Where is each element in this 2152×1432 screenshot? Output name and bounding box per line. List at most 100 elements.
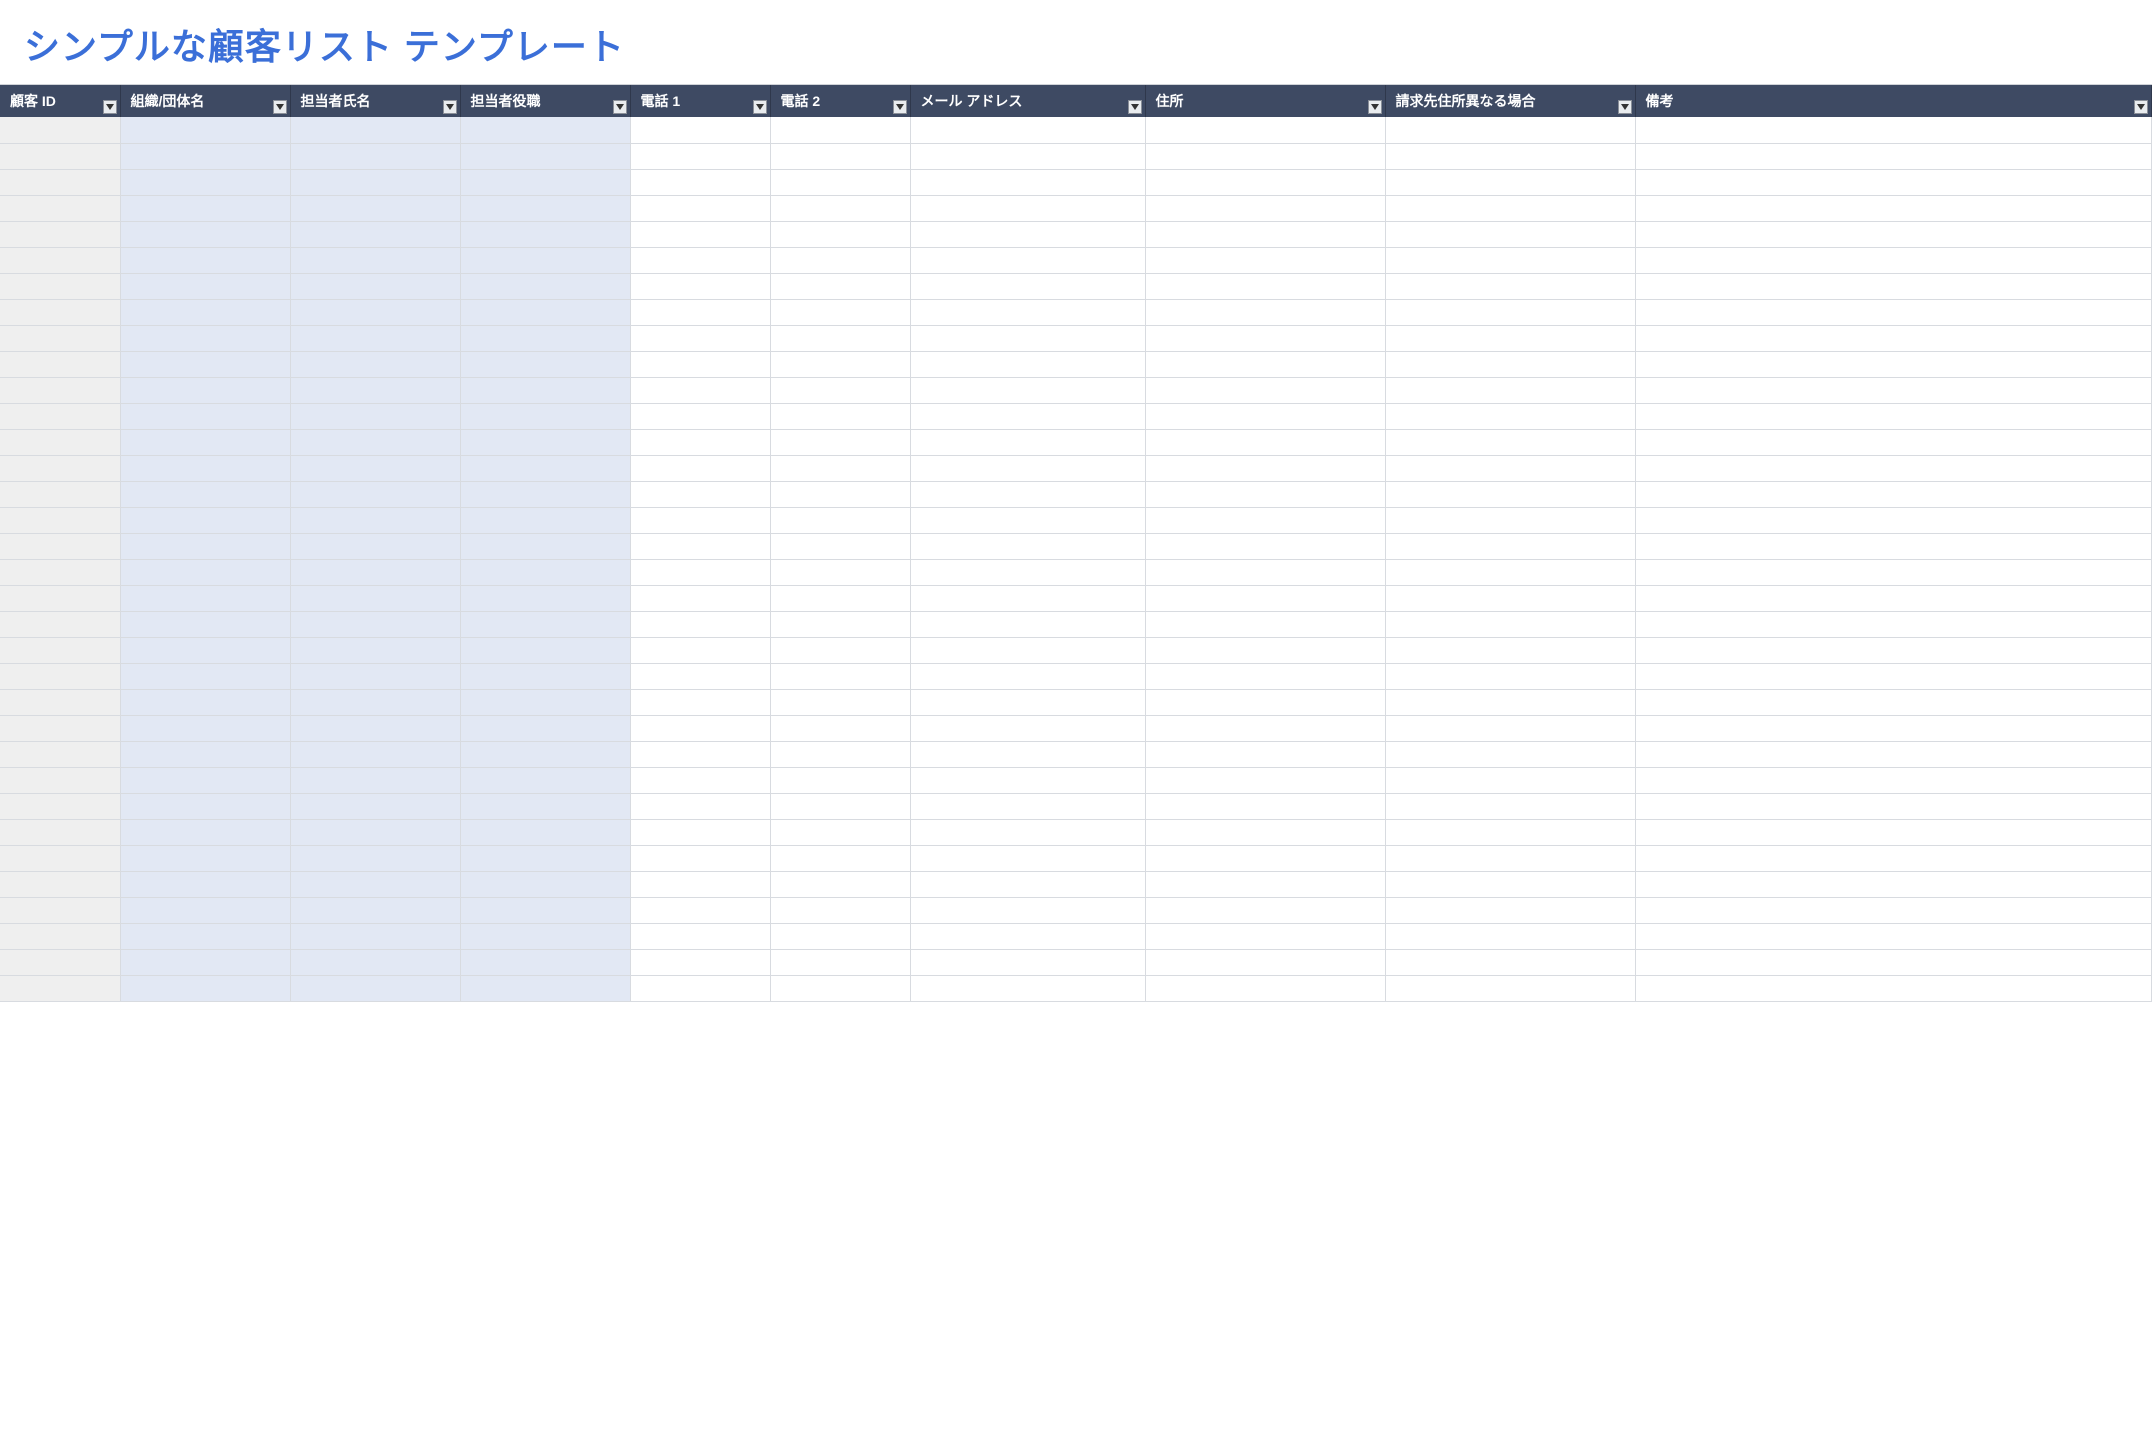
cell-organization[interactable]: [120, 351, 290, 377]
cell-notes[interactable]: [1635, 325, 2152, 351]
cell-notes[interactable]: [1635, 377, 2152, 403]
cell-customer-id[interactable]: [0, 351, 120, 377]
cell-phone-1[interactable]: [630, 169, 770, 195]
cell-email[interactable]: [910, 923, 1145, 949]
cell-phone-2[interactable]: [770, 247, 910, 273]
cell-phone-2[interactable]: [770, 455, 910, 481]
cell-billing-address[interactable]: [1385, 507, 1635, 533]
cell-email[interactable]: [910, 117, 1145, 143]
cell-customer-id[interactable]: [0, 377, 120, 403]
cell-billing-address[interactable]: [1385, 481, 1635, 507]
cell-address[interactable]: [1145, 273, 1385, 299]
cell-notes[interactable]: [1635, 117, 2152, 143]
cell-organization[interactable]: [120, 377, 290, 403]
cell-email[interactable]: [910, 559, 1145, 585]
cell-contact-name[interactable]: [290, 455, 460, 481]
cell-organization[interactable]: [120, 637, 290, 663]
cell-email[interactable]: [910, 273, 1145, 299]
cell-phone-1[interactable]: [630, 663, 770, 689]
column-header-billing-address[interactable]: 請求先住所異なる場合: [1385, 85, 1635, 117]
cell-billing-address[interactable]: [1385, 143, 1635, 169]
cell-contact-role[interactable]: [460, 533, 630, 559]
cell-organization[interactable]: [120, 611, 290, 637]
cell-contact-role[interactable]: [460, 585, 630, 611]
cell-contact-role[interactable]: [460, 143, 630, 169]
cell-email[interactable]: [910, 585, 1145, 611]
cell-customer-id[interactable]: [0, 299, 120, 325]
cell-billing-address[interactable]: [1385, 975, 1635, 1001]
cell-billing-address[interactable]: [1385, 377, 1635, 403]
cell-billing-address[interactable]: [1385, 949, 1635, 975]
column-header-phone-2[interactable]: 電話 2: [770, 85, 910, 117]
cell-customer-id[interactable]: [0, 403, 120, 429]
cell-contact-name[interactable]: [290, 975, 460, 1001]
cell-billing-address[interactable]: [1385, 871, 1635, 897]
cell-contact-role[interactable]: [460, 299, 630, 325]
cell-contact-name[interactable]: [290, 663, 460, 689]
cell-phone-2[interactable]: [770, 481, 910, 507]
cell-address[interactable]: [1145, 117, 1385, 143]
cell-email[interactable]: [910, 611, 1145, 637]
cell-contact-name[interactable]: [290, 195, 460, 221]
cell-address[interactable]: [1145, 611, 1385, 637]
cell-customer-id[interactable]: [0, 689, 120, 715]
cell-address[interactable]: [1145, 299, 1385, 325]
cell-billing-address[interactable]: [1385, 169, 1635, 195]
cell-notes[interactable]: [1635, 585, 2152, 611]
cell-phone-2[interactable]: [770, 923, 910, 949]
cell-customer-id[interactable]: [0, 819, 120, 845]
cell-phone-1[interactable]: [630, 637, 770, 663]
column-header-contact-name[interactable]: 担当者氏名: [290, 85, 460, 117]
cell-billing-address[interactable]: [1385, 559, 1635, 585]
filter-dropdown-icon[interactable]: [2134, 100, 2148, 114]
cell-phone-1[interactable]: [630, 793, 770, 819]
cell-phone-1[interactable]: [630, 429, 770, 455]
cell-address[interactable]: [1145, 897, 1385, 923]
cell-contact-role[interactable]: [460, 897, 630, 923]
cell-contact-name[interactable]: [290, 299, 460, 325]
cell-customer-id[interactable]: [0, 273, 120, 299]
filter-dropdown-icon[interactable]: [443, 100, 457, 114]
cell-phone-1[interactable]: [630, 923, 770, 949]
cell-contact-role[interactable]: [460, 845, 630, 871]
cell-email[interactable]: [910, 845, 1145, 871]
cell-email[interactable]: [910, 897, 1145, 923]
cell-contact-role[interactable]: [460, 715, 630, 741]
cell-contact-name[interactable]: [290, 351, 460, 377]
cell-contact-name[interactable]: [290, 819, 460, 845]
cell-organization[interactable]: [120, 325, 290, 351]
cell-address[interactable]: [1145, 351, 1385, 377]
cell-phone-1[interactable]: [630, 481, 770, 507]
cell-organization[interactable]: [120, 793, 290, 819]
cell-contact-name[interactable]: [290, 429, 460, 455]
cell-contact-role[interactable]: [460, 637, 630, 663]
cell-organization[interactable]: [120, 975, 290, 1001]
cell-billing-address[interactable]: [1385, 715, 1635, 741]
cell-phone-2[interactable]: [770, 299, 910, 325]
cell-email[interactable]: [910, 975, 1145, 1001]
cell-notes[interactable]: [1635, 455, 2152, 481]
cell-contact-name[interactable]: [290, 871, 460, 897]
cell-customer-id[interactable]: [0, 221, 120, 247]
cell-email[interactable]: [910, 455, 1145, 481]
cell-notes[interactable]: [1635, 897, 2152, 923]
cell-contact-role[interactable]: [460, 455, 630, 481]
cell-contact-name[interactable]: [290, 533, 460, 559]
cell-billing-address[interactable]: [1385, 767, 1635, 793]
cell-phone-1[interactable]: [630, 533, 770, 559]
cell-customer-id[interactable]: [0, 429, 120, 455]
cell-organization[interactable]: [120, 507, 290, 533]
cell-contact-role[interactable]: [460, 923, 630, 949]
cell-billing-address[interactable]: [1385, 273, 1635, 299]
filter-dropdown-icon[interactable]: [893, 100, 907, 114]
cell-phone-2[interactable]: [770, 819, 910, 845]
column-header-customer-id[interactable]: 顧客 ID: [0, 85, 120, 117]
cell-phone-1[interactable]: [630, 325, 770, 351]
cell-phone-1[interactable]: [630, 741, 770, 767]
cell-phone-2[interactable]: [770, 507, 910, 533]
cell-address[interactable]: [1145, 429, 1385, 455]
cell-address[interactable]: [1145, 455, 1385, 481]
cell-phone-2[interactable]: [770, 689, 910, 715]
cell-organization[interactable]: [120, 117, 290, 143]
cell-notes[interactable]: [1635, 481, 2152, 507]
